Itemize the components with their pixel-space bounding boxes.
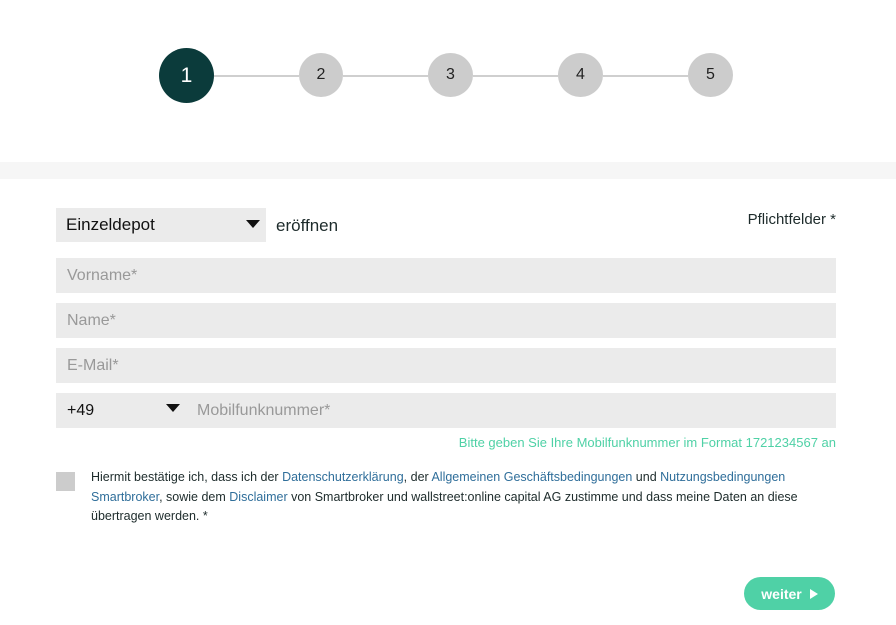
next-button-label: weiter (761, 585, 802, 602)
phone-row: +49 (56, 393, 836, 428)
country-code-select[interactable]: +49 (56, 393, 186, 428)
step-3: 3 (428, 53, 473, 97)
firstname-field[interactable] (56, 258, 836, 293)
chevron-down-icon (246, 220, 260, 228)
mobile-number-field[interactable] (186, 393, 836, 428)
depot-type-value: Einzeldepot (66, 215, 155, 234)
consent-checkbox[interactable] (56, 472, 75, 491)
lastname-field[interactable] (56, 303, 836, 338)
phone-format-hint: Bitte geben Sie Ihre Mobilfunknummer im … (458, 435, 836, 450)
chevron-down-icon (166, 404, 180, 412)
country-code-value: +49 (67, 402, 95, 419)
consent-text-part: , sowie dem (159, 489, 230, 504)
step-4: 4 (558, 53, 603, 97)
step-connector (603, 75, 688, 77)
next-button[interactable]: weiter (744, 577, 835, 610)
step-2: 2 (299, 53, 343, 97)
section-divider (0, 162, 896, 179)
step-1: 1 (159, 48, 214, 103)
open-label: eröffnen (276, 216, 339, 235)
email-field[interactable] (56, 348, 836, 383)
disclaimer-link[interactable]: Disclaimer (229, 490, 287, 504)
play-arrow-icon (809, 588, 818, 599)
consent-text-part: und (632, 470, 661, 484)
required-fields-note: Pflichtfelder * (747, 211, 836, 228)
consent-text-part: , der (403, 470, 432, 484)
consent-text-part: Hiermit bestätige ich, dass ich der (91, 470, 283, 484)
consent-text: Hiermit bestätige ich, dass ich der Date… (91, 468, 831, 527)
step-connector (214, 75, 299, 77)
terms-link[interactable]: Allgemeinen Geschäftsbedingungen (431, 470, 632, 484)
privacy-policy-link[interactable]: Datenschutzerklärung (282, 470, 404, 484)
step-connector (473, 75, 558, 77)
progress-stepper: 1 2 3 4 5 (0, 0, 896, 150)
step-5: 5 (688, 53, 733, 97)
depot-type-select[interactable]: Einzeldepot (56, 208, 266, 242)
step-connector (343, 75, 428, 77)
